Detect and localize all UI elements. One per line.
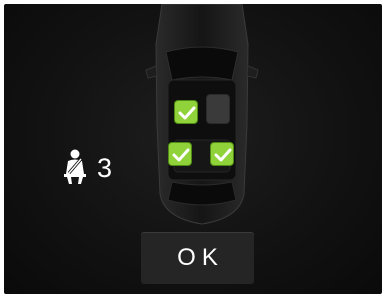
checkmark-icon [172,148,190,162]
seat-rear-left [168,142,192,166]
seatbelt-status-screen: 3 OK [4,4,382,294]
vehicle-top-view [144,4,260,232]
buckled-count: 3 [97,152,113,183]
ok-button[interactable]: OK [141,232,254,284]
seat-front-left [174,100,198,124]
car-silhouette-icon [145,4,259,225]
checkmark-icon [214,148,232,162]
seatbelt-icon [61,148,95,186]
buckled-count-indicator: 3 [61,147,112,187]
seat-rear-right [210,142,234,166]
seat-front-right [206,94,230,124]
checkmark-icon [178,106,196,120]
